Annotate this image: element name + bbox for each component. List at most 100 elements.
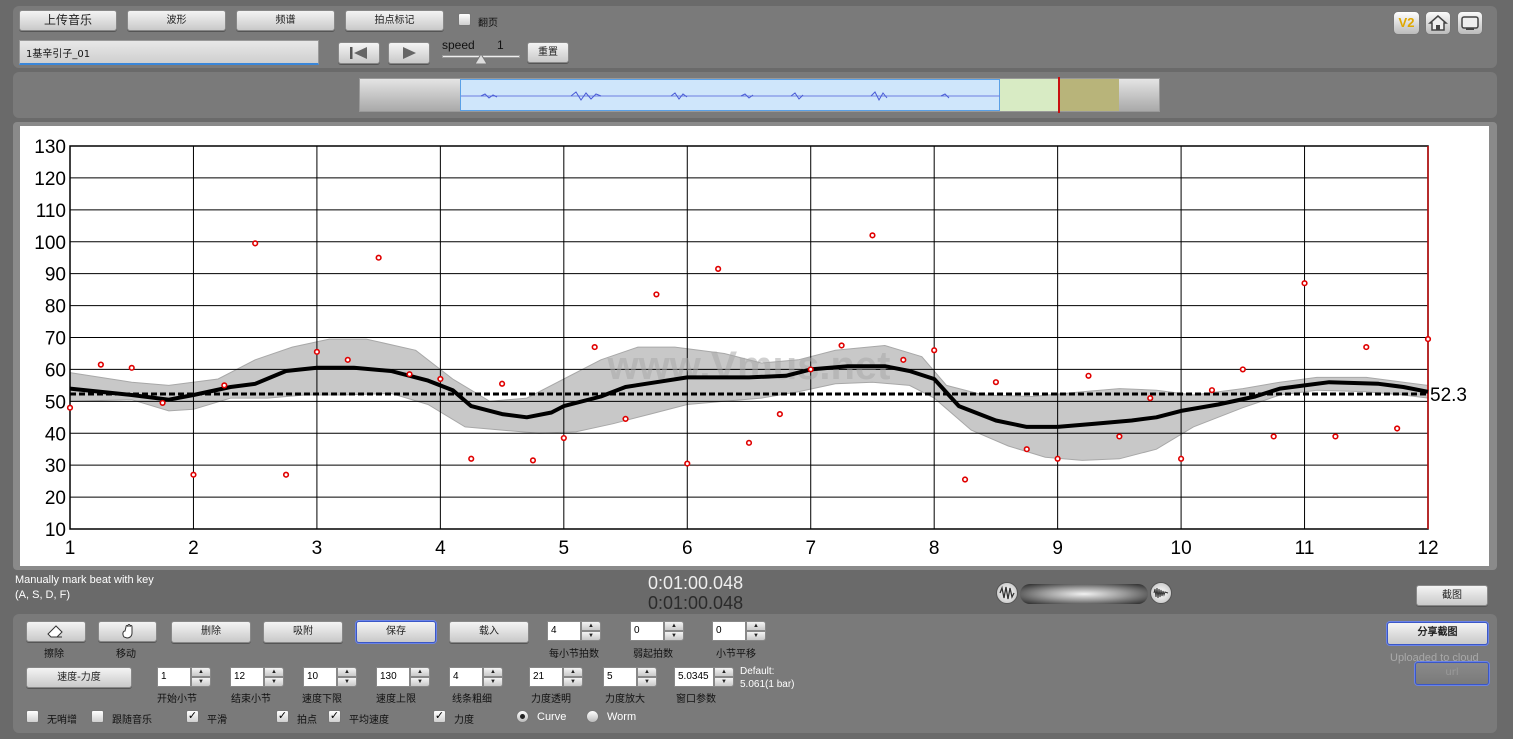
tempo-min-down-icon[interactable]: ▼ bbox=[337, 677, 357, 687]
beats-per-bar-stepper[interactable]: 4 ▲ ▼ bbox=[547, 621, 601, 641]
speed-slider-thumb[interactable] bbox=[475, 54, 487, 64]
beat-point[interactable] bbox=[1085, 372, 1092, 379]
option-checkbox-1[interactable] bbox=[91, 710, 104, 723]
tempo-min-value[interactable]: 10 bbox=[303, 667, 337, 687]
erase-button[interactable] bbox=[26, 621, 86, 642]
beat-point[interactable] bbox=[468, 455, 475, 462]
end-bar-down-icon[interactable]: ▼ bbox=[264, 677, 284, 687]
load-button[interactable]: 载入 bbox=[449, 621, 529, 643]
pickup-beats-value[interactable]: 0 bbox=[630, 621, 664, 641]
beat-point[interactable] bbox=[97, 361, 104, 368]
spectrum-button[interactable]: 频谱 bbox=[236, 10, 335, 31]
tempo-max-down-icon[interactable]: ▼ bbox=[410, 677, 430, 687]
beat-point[interactable] bbox=[869, 232, 876, 239]
pickup-beats-stepper[interactable]: 0 ▲ ▼ bbox=[630, 621, 684, 641]
end-bar-stepper[interactable]: 12 ▲ ▼ bbox=[230, 667, 284, 687]
beat-point[interactable] bbox=[282, 471, 290, 478]
line-width-down-icon[interactable]: ▼ bbox=[483, 677, 503, 687]
home-button[interactable] bbox=[1425, 11, 1451, 35]
beat-point[interactable] bbox=[344, 356, 351, 363]
play-button[interactable] bbox=[388, 42, 430, 64]
speed-slider[interactable] bbox=[442, 53, 520, 64]
worm-radio[interactable] bbox=[586, 710, 599, 723]
beat-point[interactable] bbox=[838, 342, 845, 349]
beat-point[interactable] bbox=[66, 404, 74, 411]
beat-point[interactable] bbox=[900, 356, 907, 363]
save-button[interactable]: 保存 bbox=[356, 621, 436, 643]
flip-page-checkbox[interactable] bbox=[458, 13, 471, 26]
beat-point[interactable] bbox=[992, 379, 1000, 386]
beat-point[interactable] bbox=[1177, 455, 1185, 462]
option-checkbox-3[interactable]: ✓ bbox=[276, 710, 289, 723]
beat-point[interactable] bbox=[745, 439, 753, 446]
upload-music-button[interactable]: 上传音乐 bbox=[19, 10, 117, 31]
beats-per-bar-down-icon[interactable]: ▼ bbox=[581, 631, 601, 641]
dynamic-zoom-down-icon[interactable]: ▼ bbox=[637, 677, 657, 687]
beat-point[interactable] bbox=[159, 399, 166, 407]
beat-point[interactable] bbox=[653, 291, 660, 298]
beat-point[interactable] bbox=[715, 265, 722, 272]
dynamic-opacity-stepper[interactable]: 21 ▲ ▼ bbox=[529, 667, 583, 687]
beat-point[interactable] bbox=[221, 382, 228, 389]
beats-per-bar-up-icon[interactable]: ▲ bbox=[581, 621, 601, 631]
bar-shift-stepper[interactable]: 0 ▲ ▼ bbox=[712, 621, 766, 641]
tempo-min-up-icon[interactable]: ▲ bbox=[337, 667, 357, 677]
waveform-button[interactable]: 波形 bbox=[127, 10, 226, 31]
beat-point[interactable] bbox=[375, 254, 382, 261]
dynamic-zoom-stepper[interactable]: 5 ▲ ▼ bbox=[603, 667, 657, 687]
beat-point[interactable] bbox=[776, 411, 783, 418]
beat-point[interactable] bbox=[437, 375, 444, 383]
beats-per-bar-value[interactable]: 4 bbox=[547, 621, 581, 641]
beat-point[interactable] bbox=[560, 434, 567, 442]
pickup-beats-up-icon[interactable]: ▲ bbox=[664, 621, 684, 631]
beat-point[interactable] bbox=[1332, 433, 1339, 440]
overview-selection-olive[interactable] bbox=[1060, 79, 1119, 111]
beat-point[interactable] bbox=[1239, 366, 1246, 373]
beat-point[interactable] bbox=[529, 457, 537, 464]
beat-point[interactable] bbox=[252, 240, 259, 247]
start-bar-stepper[interactable]: 1 ▲ ▼ bbox=[157, 667, 211, 687]
beat-point[interactable] bbox=[1208, 387, 1216, 394]
beat-point[interactable] bbox=[128, 364, 135, 371]
delete-button[interactable]: 删除 bbox=[171, 621, 251, 643]
overview-visible-range[interactable] bbox=[460, 79, 1001, 111]
screenshot-button[interactable]: 截图 bbox=[1416, 585, 1488, 606]
url-button[interactable]: url bbox=[1415, 662, 1489, 685]
reset-button[interactable]: 重置 bbox=[527, 42, 569, 63]
bar-shift-up-icon[interactable]: ▲ bbox=[746, 621, 766, 631]
bar-shift-down-icon[interactable]: ▼ bbox=[746, 631, 766, 641]
line-width-up-icon[interactable]: ▲ bbox=[483, 667, 503, 677]
tempo-chart[interactable]: 1301201101009080706050403020101 2 3 4 5 6 7 8 9 1… bbox=[20, 126, 1489, 566]
overview-selection-green[interactable] bbox=[1000, 79, 1058, 111]
beat-point[interactable] bbox=[961, 476, 969, 483]
beat-point[interactable] bbox=[931, 347, 938, 354]
option-checkbox-0[interactable] bbox=[26, 710, 39, 723]
beat-point[interactable] bbox=[1023, 446, 1030, 453]
beat-point[interactable] bbox=[1394, 425, 1401, 432]
zoom-out-icon[interactable] bbox=[996, 582, 1018, 604]
option-checkbox-4[interactable]: ✓ bbox=[328, 710, 341, 723]
dynamic-zoom-value[interactable]: 5 bbox=[603, 667, 637, 687]
line-width-stepper[interactable]: 4 ▲ ▼ bbox=[449, 667, 503, 687]
v2-logo[interactable]: V2 bbox=[1393, 11, 1420, 35]
beat-point[interactable] bbox=[313, 348, 321, 355]
overview-waveform[interactable] bbox=[359, 77, 1160, 113]
zoom-slider[interactable] bbox=[1020, 584, 1148, 604]
window-param-down-icon[interactable]: ▼ bbox=[714, 677, 734, 687]
dynamic-opacity-up-icon[interactable]: ▲ bbox=[563, 667, 583, 677]
end-bar-value[interactable]: 12 bbox=[230, 667, 264, 687]
dynamic-opacity-down-icon[interactable]: ▼ bbox=[563, 677, 583, 687]
beat-point[interactable] bbox=[1301, 280, 1308, 287]
beat-point[interactable] bbox=[591, 343, 598, 351]
option-checkbox-2[interactable]: ✓ bbox=[186, 710, 199, 723]
pickup-beats-down-icon[interactable]: ▼ bbox=[664, 631, 684, 641]
tempo-max-up-icon[interactable]: ▲ bbox=[410, 667, 430, 677]
dynamic-opacity-value[interactable]: 21 bbox=[529, 667, 563, 687]
beat-point[interactable] bbox=[1363, 343, 1370, 351]
chart-area[interactable]: 130 120 110 100 90 80 70 60 50 40 30 20 10 1 2 3 4 5 6 7 8 9 1… bbox=[20, 126, 1489, 566]
bar-shift-value[interactable]: 0 bbox=[712, 621, 746, 641]
beat-point[interactable] bbox=[190, 471, 197, 478]
beat-point[interactable] bbox=[1054, 455, 1061, 462]
window-param-value[interactable]: 5.0345 bbox=[674, 667, 714, 687]
beat-point[interactable] bbox=[1270, 433, 1277, 440]
